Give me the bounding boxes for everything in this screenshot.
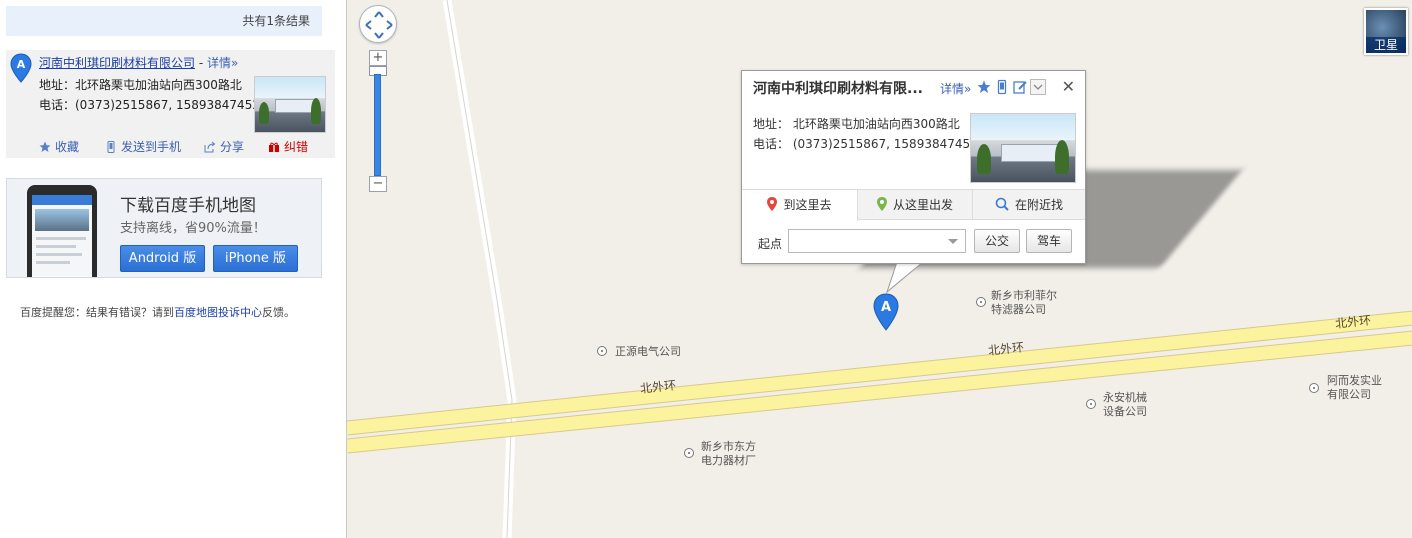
report-label: 纠错	[284, 140, 309, 154]
android-download-button[interactable]: Android 版	[120, 245, 205, 272]
infowindow-title: 河南中利琪印刷材料有限...	[753, 81, 923, 97]
result-title: 河南中利琪印刷材料有限公司 - 详情»	[39, 54, 238, 71]
search-icon	[995, 197, 1009, 211]
send-phone-label: 发送到手机	[121, 140, 182, 154]
promo-title: 下载百度手机地图	[120, 196, 256, 216]
app-download-banner: 下载百度手机地图 支持离线，省90%流量！ Android 版 iPhone 版	[6, 178, 322, 278]
infowindow-address: 地址： 北环路栗屯加油站向西300路北	[753, 117, 960, 131]
phone-illustration	[27, 185, 97, 277]
poi-marker[interactable]	[1309, 383, 1319, 393]
result-name-link[interactable]: 河南中利琪印刷材料有限公司	[39, 56, 195, 70]
poi-marker[interactable]	[684, 448, 694, 458]
tip-suffix: 反馈。	[262, 306, 295, 319]
result-photo[interactable]	[254, 76, 326, 133]
poi-label[interactable]: 新乡市利菲尔 特滤器公司	[991, 289, 1057, 317]
pin-green-icon	[876, 197, 887, 211]
start-point-label: 起点	[758, 237, 783, 251]
tab-directions-to[interactable]: 到这里去	[742, 190, 858, 221]
share-button[interactable]: 分享	[204, 138, 244, 155]
iphone-download-button[interactable]: iPhone 版	[213, 245, 298, 272]
pan-control[interactable]	[359, 5, 397, 43]
marker-a-icon[interactable]: A	[10, 53, 32, 83]
satellite-toggle[interactable]: 卫星	[1364, 8, 1408, 55]
star-icon	[39, 141, 51, 152]
mobile-icon[interactable]	[994, 79, 1010, 95]
zoom-out-button[interactable]: −	[369, 176, 387, 192]
poi-label[interactable]: 阿而发实业 有限公司	[1327, 374, 1382, 402]
pan-arrows-icon	[365, 11, 393, 39]
share-label: 分享	[220, 140, 245, 154]
info-window: 河南中利琪印刷材料有限... 详情» ✕ 地址： 北环路栗屯加油站向西300路北…	[741, 70, 1086, 264]
poi-label[interactable]: 正源电气公司	[615, 345, 681, 359]
infowindow-photo[interactable]	[970, 113, 1076, 183]
mobile-icon	[107, 141, 115, 153]
satellite-label: 卫星	[1366, 37, 1406, 53]
pin-red-icon	[767, 197, 778, 211]
send-to-phone-button[interactable]: 发送到手机	[105, 138, 181, 155]
route-tabs: 到这里去 从这里出发 在附近找	[742, 189, 1085, 221]
favorite-label: 收藏	[55, 140, 80, 154]
map-canvas[interactable]: 北外环 北外环 北外环 新乡市利菲尔 特滤器公司 正源电气公司 永安机械 设备公司 …	[346, 0, 1412, 538]
infowindow-detail-link[interactable]: 详情»	[940, 80, 971, 97]
poi-label[interactable]: 新乡市东方 电力器材厂	[701, 440, 756, 468]
chevron-down-icon[interactable]	[948, 239, 958, 244]
result-actions: 收藏 发送到手机 分享 纠错	[6, 138, 335, 156]
chevron-down-icon[interactable]	[1030, 79, 1046, 95]
result-phone: 电话：(0373)2515867, 15893847452	[39, 98, 260, 112]
tab-directions-from[interactable]: 从这里出发	[858, 190, 972, 220]
detail-link[interactable]: 详情»	[207, 56, 238, 70]
bus-route-button[interactable]: 公交	[974, 229, 1020, 253]
star-icon[interactable]	[976, 79, 992, 95]
poi-marker[interactable]	[1086, 399, 1096, 409]
promo-subtitle: 支持离线，省90%流量！	[120, 221, 266, 236]
close-icon[interactable]: ✕	[1062, 77, 1075, 96]
poi-marker[interactable]	[976, 297, 986, 307]
search-results-panel: 共有1条结果 A 河南中利琪印刷材料有限公司 - 详情» 地址：北环路栗屯加油站…	[0, 0, 346, 538]
poi-label[interactable]: 永安机械 设备公司	[1103, 391, 1147, 419]
tip-prefix: 百度提醒您：结果有错误？请到	[20, 306, 174, 319]
drive-route-button[interactable]: 驾车	[1026, 229, 1072, 253]
zoom-in-button[interactable]: +	[369, 50, 387, 66]
feedback-tip: 百度提醒您：结果有错误？请到百度地图投诉中心反馈。	[20, 304, 295, 320]
svg-text:A: A	[17, 58, 26, 71]
edit-icon[interactable]	[1012, 79, 1028, 95]
favorite-button[interactable]: 收藏	[39, 138, 79, 155]
gift-icon	[269, 142, 279, 152]
result-address: 地址：北环路栗屯加油站向西300路北	[39, 78, 242, 92]
marker-a-icon[interactable]: A	[873, 293, 899, 331]
svg-text:A: A	[881, 300, 891, 315]
complaint-center-link[interactable]: 百度地图投诉中心	[174, 306, 262, 319]
zoom-slider-track[interactable]	[374, 74, 381, 176]
tab-search-nearby[interactable]: 在附近找	[972, 190, 1085, 220]
title-separator: -	[195, 56, 207, 70]
infowindow-phone: 电话： (0373)2515867, 15893847452	[753, 137, 978, 151]
result-item[interactable]: A 河南中利琪印刷材料有限公司 - 详情» 地址：北环路栗屯加油站向西300路北…	[6, 50, 335, 158]
infowindow-pointer	[885, 262, 924, 294]
report-error-button[interactable]: 纠错	[268, 138, 308, 155]
share-icon	[204, 141, 216, 153]
poi-marker[interactable]	[597, 346, 607, 356]
result-count: 共有1条结果	[6, 6, 322, 36]
start-point-input[interactable]	[788, 229, 966, 253]
